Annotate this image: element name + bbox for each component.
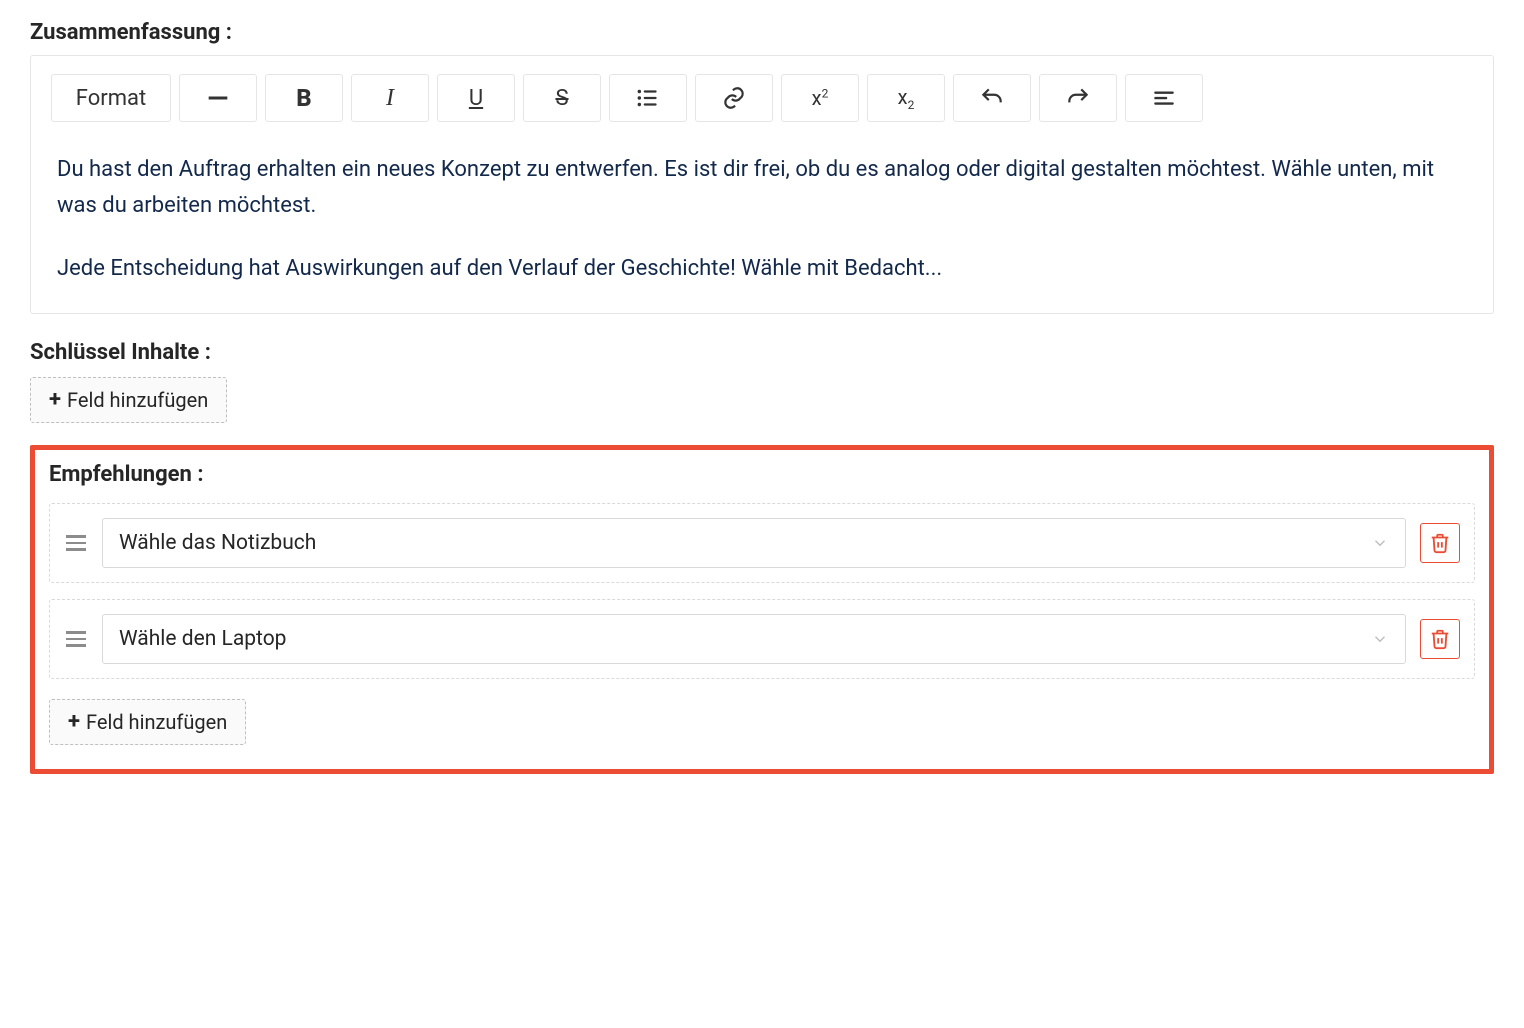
bold-icon: B [296, 84, 311, 112]
plus-icon: + [68, 711, 80, 733]
drag-handle-icon[interactable] [64, 627, 88, 651]
add-field-label: Feld hinzufügen [86, 710, 227, 734]
key-contents-label: Schlüssel Inhalte : [30, 340, 1494, 365]
chevron-down-icon [1371, 630, 1389, 648]
minus-icon [204, 84, 232, 112]
horizontal-rule-button[interactable] [179, 74, 257, 122]
bold-button[interactable]: B [265, 74, 343, 122]
undo-icon [979, 85, 1005, 111]
editor-toolbar: Format B I U S x2 x2 [51, 74, 1473, 122]
underline-icon: U [469, 86, 483, 111]
italic-icon: I [386, 85, 394, 112]
delete-button[interactable] [1420, 523, 1460, 563]
delete-button[interactable] [1420, 619, 1460, 659]
redo-icon [1065, 85, 1091, 111]
strikethrough-icon: S [555, 86, 568, 111]
list-button[interactable] [609, 74, 687, 122]
recommendation-row: Wähle den Laptop [49, 599, 1475, 679]
subscript-icon: x2 [898, 85, 915, 112]
recommendation-select[interactable]: Wähle den Laptop [102, 614, 1406, 664]
link-button[interactable] [695, 74, 773, 122]
summary-label: Zusammenfassung : [30, 20, 1494, 45]
undo-button[interactable] [953, 74, 1031, 122]
recommendation-select[interactable]: Wähle das Notizbuch [102, 518, 1406, 568]
trash-icon [1429, 532, 1451, 554]
format-label: Format [76, 86, 146, 111]
recommendation-row: Wähle das Notizbuch [49, 503, 1475, 583]
align-button[interactable] [1125, 74, 1203, 122]
align-icon [1151, 85, 1177, 111]
strikethrough-button[interactable]: S [523, 74, 601, 122]
superscript-icon: x2 [812, 86, 829, 110]
superscript-button[interactable]: x2 [781, 74, 859, 122]
format-dropdown[interactable]: Format [51, 74, 171, 122]
plus-icon: + [49, 389, 61, 411]
editor-paragraph: Jede Entscheidung hat Auswirkungen auf d… [57, 251, 1467, 287]
italic-button[interactable]: I [351, 74, 429, 122]
trash-icon [1429, 628, 1451, 650]
recommendation-value: Wähle den Laptop [119, 627, 286, 651]
underline-button[interactable]: U [437, 74, 515, 122]
add-field-label: Feld hinzufügen [67, 388, 208, 412]
recommendations-section: Empfehlungen : Wähle das Notizbuch Wähle… [30, 445, 1494, 774]
editor-content[interactable]: Du hast den Auftrag erhalten ein neues K… [51, 152, 1473, 287]
recommendations-label: Empfehlungen : [49, 462, 1475, 487]
summary-editor: Format B I U S x2 x2 [30, 55, 1494, 314]
editor-paragraph: Du hast den Auftrag erhalten ein neues K… [57, 152, 1467, 225]
add-key-content-button[interactable]: + Feld hinzufügen [30, 377, 227, 423]
subscript-button[interactable]: x2 [867, 74, 945, 122]
link-icon [721, 85, 747, 111]
chevron-down-icon [1371, 534, 1389, 552]
add-recommendation-button[interactable]: + Feld hinzufügen [49, 699, 246, 745]
list-icon [635, 85, 661, 111]
drag-handle-icon[interactable] [64, 531, 88, 555]
redo-button[interactable] [1039, 74, 1117, 122]
recommendation-value: Wähle das Notizbuch [119, 531, 316, 555]
